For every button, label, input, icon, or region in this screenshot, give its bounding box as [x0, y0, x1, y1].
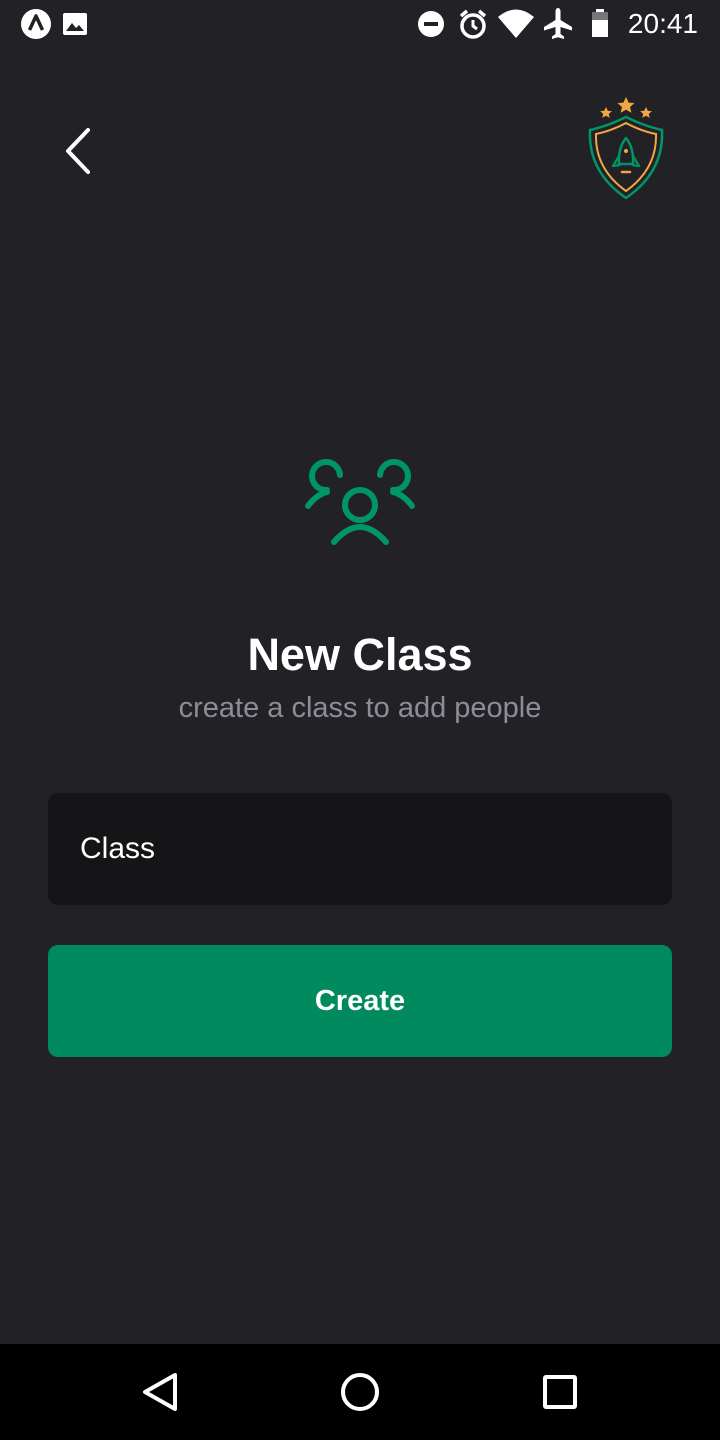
do-not-disturb-icon	[414, 0, 448, 53]
status-bar: 20:41	[0, 0, 720, 48]
class-name-input[interactable]	[48, 793, 672, 905]
airplane-mode-icon	[540, 0, 576, 53]
battery-icon	[586, 0, 614, 53]
chevron-left-icon	[66, 128, 90, 174]
rocket-shield-logo	[580, 92, 672, 204]
nav-back-button[interactable]	[112, 1344, 208, 1440]
nav-home-icon	[341, 1373, 379, 1411]
wifi-icon	[496, 0, 536, 53]
page-title: New Class	[247, 629, 473, 680]
app-notification-icon	[18, 0, 54, 53]
alarm-icon	[456, 0, 490, 53]
nav-home-button[interactable]	[312, 1344, 408, 1440]
image-notification-icon	[60, 0, 90, 53]
nav-recents-button[interactable]	[512, 1344, 608, 1440]
nav-recents-icon	[543, 1375, 577, 1409]
app-screen: 20:41 New Class create a class to add pe…	[0, 0, 720, 1440]
nav-back-icon	[143, 1373, 177, 1411]
clock-time: 20:41	[627, 8, 698, 39]
people-group-icon	[300, 458, 420, 548]
page-subtitle: create a class to add people	[178, 692, 542, 724]
system-navigation-bar	[0, 1344, 720, 1440]
back-button[interactable]	[48, 110, 112, 194]
create-button[interactable]: Create	[48, 945, 672, 1057]
